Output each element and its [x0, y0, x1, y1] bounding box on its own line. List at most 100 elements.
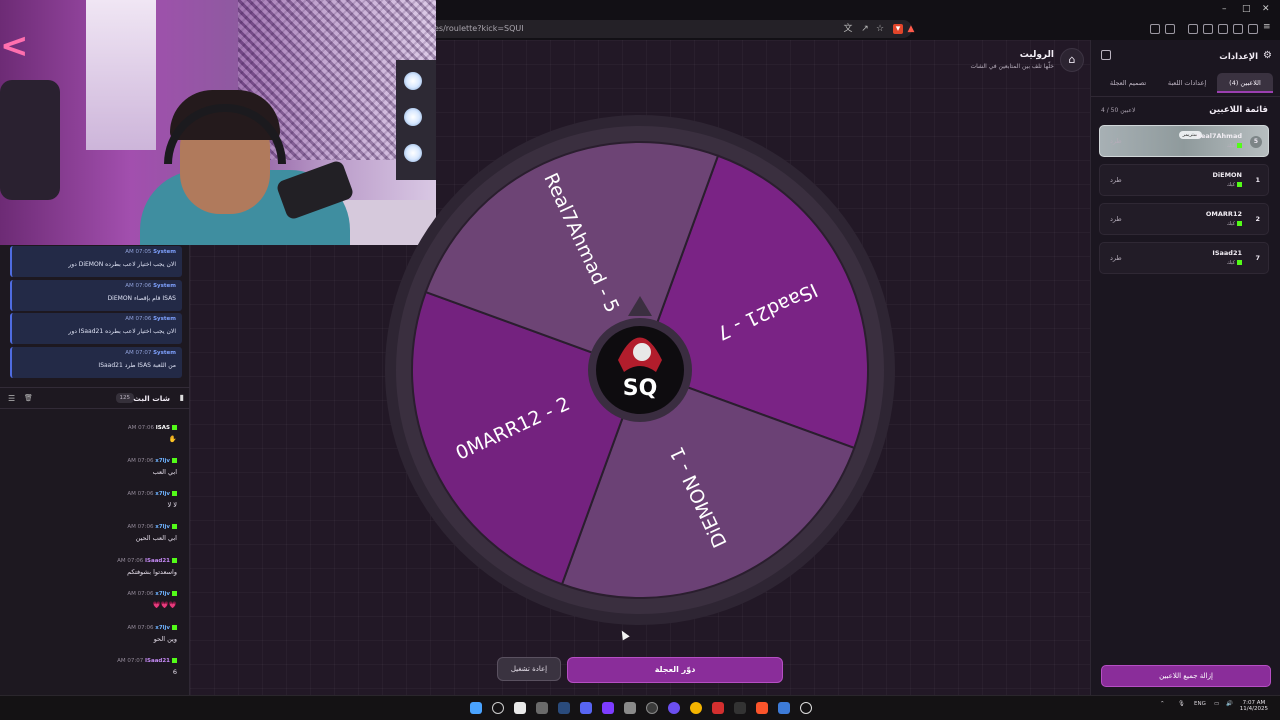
system-message: AM 07:06 System دور ISaad21 الان يجب اخت…: [10, 313, 182, 344]
center-logo-text: SQ: [623, 376, 658, 401]
extensions-icon[interactable]: [1233, 24, 1243, 34]
player-platform: كيك: [1227, 182, 1242, 188]
message-time: AM 07:06: [127, 425, 155, 431]
chat-message: AM 07:06 x7ljv 💗💗💗: [17, 591, 177, 609]
chat-message: AM 07:06 ISAS ✋: [17, 425, 177, 443]
microphone-tray-icon[interactable]: 🎙: [1178, 701, 1185, 707]
translate-icon[interactable]: 文: [843, 24, 853, 34]
message-time: AM 07:06: [125, 283, 152, 289]
pc-fan-icon: [404, 72, 422, 90]
brave-shield-icon[interactable]: ▾: [893, 24, 903, 34]
mask-logo-icon: [633, 343, 651, 361]
close-window-button[interactable]: ✕: [1262, 4, 1270, 14]
kick-player-button[interactable]: طرد: [1110, 176, 1122, 184]
message-time: AM 07:06: [117, 558, 144, 564]
message-user[interactable]: ISaad21: [145, 658, 170, 664]
kick-player-button[interactable]: طرد: [1110, 137, 1122, 145]
music-icon[interactable]: [1188, 24, 1198, 34]
tab-wheel-design[interactable]: تصميم العجلة: [1099, 73, 1157, 93]
message-user[interactable]: ISaad21: [145, 558, 170, 564]
chat-message: AM 07:06 x7ljv ابي العب الحين: [17, 524, 177, 542]
kick-player-button[interactable]: طرد: [1110, 215, 1122, 223]
kick-badge-icon: [172, 524, 177, 529]
collapse-sidebar-icon[interactable]: [1101, 50, 1111, 60]
tray-arrow-icon[interactable]: ⌃: [1160, 701, 1165, 707]
tab-icon[interactable]: [1203, 24, 1213, 34]
app-icon[interactable]: [668, 702, 680, 714]
home-button[interactable]: ⌂: [1060, 48, 1084, 72]
chat-title: شات البث: [133, 394, 170, 403]
address-bar[interactable]: es/roulette?kick=SQUI: [420, 20, 912, 38]
list-toggle-icon[interactable]: ☰: [8, 394, 15, 403]
star-icon[interactable]: ☆: [875, 24, 885, 34]
trash-icon[interactable]: 🗑: [24, 394, 33, 402]
app-icon[interactable]: [624, 702, 636, 714]
steam-icon[interactable]: [558, 702, 570, 714]
app-icon[interactable]: [602, 702, 614, 714]
player-platform-label: كيك: [1226, 221, 1235, 227]
player-item[interactable]: طرد DiEMON كيك 1: [1099, 164, 1269, 196]
message-user[interactable]: x7ljv: [155, 458, 170, 464]
app-icon[interactable]: [800, 702, 812, 714]
message-text: دور DiEMON الان يجب اختيار لاعب بطرده: [68, 261, 176, 268]
obs-icon[interactable]: [646, 702, 658, 714]
pin-icon[interactable]: [1218, 24, 1228, 34]
app-icon[interactable]: [536, 702, 548, 714]
message-user[interactable]: ISAS: [156, 425, 170, 431]
message-user[interactable]: x7ljv: [155, 591, 170, 597]
player-item[interactable]: طرد OMARR12 كيك 2: [1099, 203, 1269, 235]
tab-game-settings[interactable]: إعدادات اللعبة: [1159, 73, 1215, 93]
neon-sign-icon: <: [0, 26, 29, 66]
message-user[interactable]: x7ljv: [155, 524, 170, 530]
message-meta: AM 07:06 x7ljv: [17, 625, 177, 631]
page: es/roulette?kick=SQUI 文 ↗ ☆ ▾ ▲ ≡ – □ ✕ …: [0, 0, 1280, 720]
file-explorer-icon[interactable]: [514, 702, 526, 714]
kick-badge-icon: [172, 558, 177, 563]
system-message: AM 07:07 System ISaad21 طرد ISAS من اللع…: [10, 347, 182, 378]
message-meta: AM 07:06 x7ljv: [17, 591, 177, 597]
chat-message: AM 07:06 x7ljv ابي العب: [17, 458, 177, 476]
system-message: AM 07:06 System DiEMON قام بإقصاء ISAS: [10, 280, 182, 311]
app-icon[interactable]: [712, 702, 724, 714]
message-text: لا لا: [167, 501, 177, 509]
extension-icon[interactable]: ▲: [906, 24, 916, 34]
player-item[interactable]: طرد ستريمر Real7Ahmad كيك 5: [1099, 125, 1269, 157]
streamer-figure: [140, 90, 355, 245]
settings-icon[interactable]: [1150, 24, 1160, 34]
message-user[interactable]: x7ljv: [155, 491, 170, 497]
language-indicator[interactable]: ENG: [1194, 701, 1206, 707]
volume-icon[interactable]: 🔊: [1226, 701, 1233, 707]
system-clock[interactable]: 7:07 AM 11/4/2025: [1240, 700, 1268, 712]
network-icon[interactable]: ▭: [1214, 701, 1219, 707]
message-time: AM 07:06: [127, 591, 154, 597]
kick-player-button[interactable]: طرد: [1110, 254, 1122, 262]
kick-badge-icon: [172, 658, 177, 663]
kick-badge-icon: [1237, 260, 1242, 265]
player-item[interactable]: طرد ISaad21 كيك 7: [1099, 242, 1269, 274]
chat-viewer-count: 125: [115, 393, 134, 403]
app-icon[interactable]: [734, 702, 746, 714]
message-user: System: [153, 283, 176, 289]
restart-button[interactable]: إعادة تشغيل: [497, 657, 561, 681]
sidebar-icon[interactable]: [1165, 24, 1175, 34]
message-meta: AM 07:07 ISaad21: [17, 658, 177, 664]
message-user[interactable]: x7ljv: [155, 625, 170, 631]
tab-players[interactable]: اللاعبين (4): [1217, 73, 1273, 93]
chrome-icon[interactable]: [690, 702, 702, 714]
share-icon[interactable]: ↗: [860, 24, 870, 34]
remove-all-players-button[interactable]: إزالة جميع اللاعبين: [1101, 665, 1271, 687]
app-icon[interactable]: [778, 702, 790, 714]
spin-wheel-button[interactable]: دوّر العجلة: [567, 657, 783, 683]
message-meta: AM 07:06 x7ljv: [17, 458, 177, 464]
roulette-wheel[interactable]: ISaad21 - 7DiEMON - 10MARR12 - 2Real7Ahm…: [380, 110, 900, 630]
brave-icon[interactable]: [756, 702, 768, 714]
puzzle-icon[interactable]: [1248, 24, 1258, 34]
player-platform: كيك: [1227, 221, 1242, 227]
minimize-button[interactable]: –: [1222, 4, 1227, 14]
kick-badge-icon: [172, 425, 177, 430]
menu-icon[interactable]: ≡: [1263, 22, 1273, 32]
windows-start-icon[interactable]: [470, 702, 482, 714]
search-icon[interactable]: [492, 702, 504, 714]
discord-icon[interactable]: [580, 702, 592, 714]
maximize-button[interactable]: □: [1242, 4, 1251, 14]
